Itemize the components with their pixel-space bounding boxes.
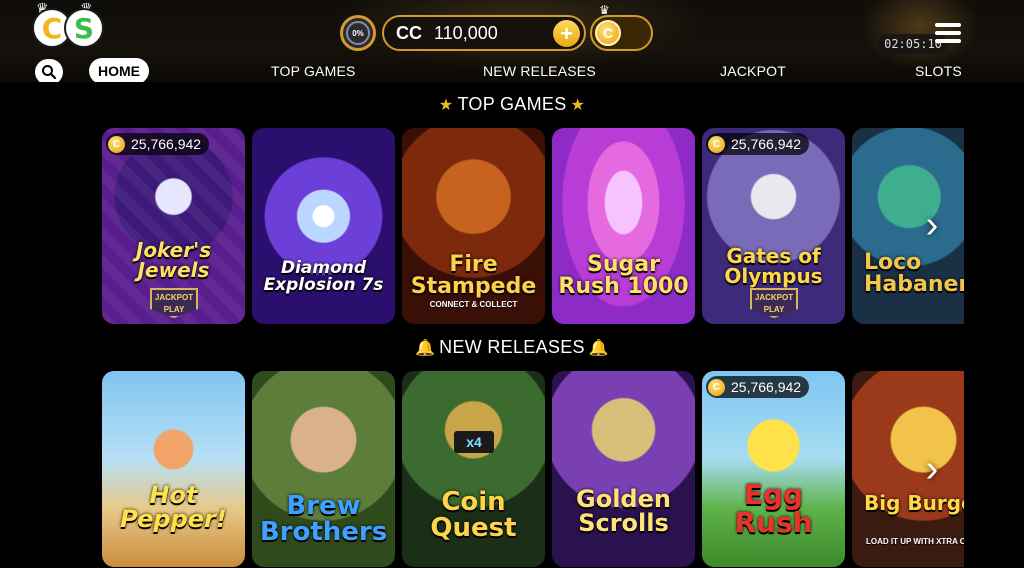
coin-icon: C <box>108 135 125 153</box>
search-button[interactable] <box>35 59 63 82</box>
nav-new-releases[interactable]: NEW RELEASES <box>483 63 596 79</box>
top-games-heading: TOP GAMES <box>457 94 567 114</box>
game-subtitle: LOAD IT UP WITH XTRA CHEESE <box>866 537 964 546</box>
chevron-right-icon[interactable]: › <box>917 204 947 246</box>
game-subtitle: CONNECT & COLLECT <box>429 300 518 309</box>
nav-home[interactable]: HOME <box>89 58 149 82</box>
game-title: Egg Rush <box>734 478 813 539</box>
game-title: Big Burger <box>864 491 964 515</box>
multiplier-badge: x4 <box>454 431 494 453</box>
sweeps-coin-icon: C <box>595 20 621 46</box>
bell-icon: 🔔 <box>414 340 436 357</box>
game-tile[interactable]: Sugar Rush 1000 <box>552 128 695 324</box>
level-progress-label: 0% <box>346 21 370 45</box>
chevron-right-icon[interactable]: › <box>917 448 947 490</box>
top-header: ♛ ♛ C S 0% CC 110,000 + ♛ C 02:05:10 HOM… <box>0 0 1024 82</box>
site-logo[interactable]: ♛ ♛ C S <box>24 0 120 60</box>
game-tile[interactable]: C 25,766,942 Gates of Olympus JACKPOT PLA… <box>702 128 845 324</box>
game-title: Golden Scrolls <box>576 485 671 537</box>
game-tile[interactable]: x4 Coin Quest <box>402 371 545 567</box>
section-title-new-releases: 🔔 NEW RELEASES 🔔 <box>0 337 1024 358</box>
crown-icon: ♛ <box>599 3 610 17</box>
game-title: Coin Quest <box>430 487 517 543</box>
game-title: Joker's Jewels <box>135 238 212 282</box>
coin-icon: C <box>708 378 725 396</box>
new-releases-heading: NEW RELEASES <box>439 337 585 357</box>
nav-jackpot[interactable]: JACKPOT <box>720 63 786 79</box>
game-tile[interactable]: Loco Habanero <box>852 128 964 324</box>
game-tile[interactable]: Fire Stampede CONNECT & COLLECT <box>402 128 545 324</box>
balance-amount: 110,000 <box>434 22 498 43</box>
sweeps-coin-wallet[interactable]: ♛ C <box>590 3 653 51</box>
game-tile[interactable]: C 25,766,942 Joker's Jewels JACKPOT PLAY <box>102 128 245 324</box>
game-tile[interactable]: Hot Pepper! <box>102 371 245 567</box>
bell-icon: 🔔 <box>588 340 610 357</box>
game-title: Gates of Olympus <box>724 244 823 288</box>
level-progress-badge[interactable]: 0% <box>340 15 376 51</box>
jackpot-amount-badge: C 25,766,942 <box>106 133 210 155</box>
game-title: Diamond Explosion 7s <box>263 258 384 295</box>
game-tile[interactable]: C 25,766,942 Egg Rush <box>702 371 845 567</box>
star-icon: ★ <box>570 97 586 114</box>
logo-s: S <box>64 8 104 48</box>
nav-slots[interactable]: SLOTS <box>915 63 962 79</box>
jackpot-amount-badge: C 25,766,942 <box>706 133 810 155</box>
star-icon: ★ <box>438 97 454 114</box>
coin-icon: C <box>708 135 725 153</box>
game-tile[interactable]: Diamond Explosion 7s <box>252 128 395 324</box>
section-title-top-games: ★ TOP GAMES ★ <box>0 94 1024 115</box>
search-icon <box>42 65 57 80</box>
new-releases-row: Hot Pepper! Brew Brothers x4 Coin Quest … <box>102 371 964 567</box>
nav-top-games[interactable]: TOP GAMES <box>271 63 356 79</box>
game-art <box>552 371 695 567</box>
game-tile[interactable]: Big Burger LOAD IT UP WITH XTRA CHEESE <box>852 371 964 567</box>
plus-icon[interactable]: + <box>553 20 580 47</box>
currency-code: CC <box>396 22 422 43</box>
game-title: Fire Stampede <box>410 252 537 299</box>
top-games-row: C 25,766,942 Joker's Jewels JACKPOT PLAY … <box>102 128 964 324</box>
game-title: Brew Brothers <box>259 491 388 547</box>
gold-coin-balance[interactable]: CC 110,000 + <box>382 15 586 51</box>
game-tile[interactable]: Brew Brothers <box>252 371 395 567</box>
hamburger-menu-icon[interactable] <box>935 23 961 43</box>
game-title: Sugar Rush 1000 <box>558 252 689 299</box>
game-title: Loco Habanero <box>864 250 964 297</box>
game-title: Hot Pepper! <box>120 481 227 533</box>
game-tile[interactable]: Golden Scrolls <box>552 371 695 567</box>
jackpot-amount-badge: C 25,766,942 <box>706 376 810 398</box>
